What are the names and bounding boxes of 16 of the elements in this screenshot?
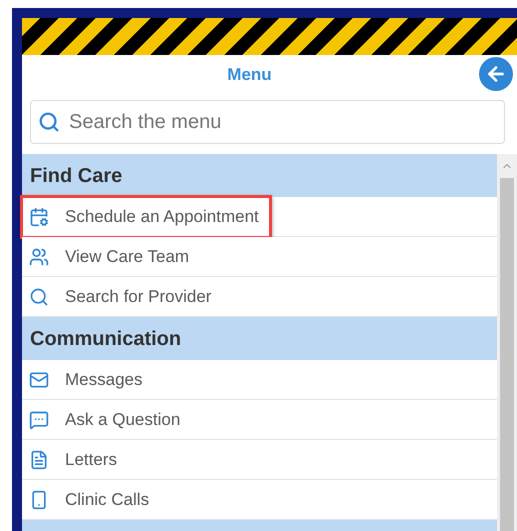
- search-icon: [29, 286, 49, 306]
- scrollbar-thumb[interactable]: [500, 178, 514, 531]
- search-field[interactable]: Search the menu: [30, 100, 505, 144]
- scrollbar[interactable]: [497, 154, 517, 531]
- search-icon: [38, 111, 60, 133]
- chat-bubble-icon: [29, 410, 49, 430]
- arrow-left-icon: [485, 63, 507, 85]
- envelope-icon: [29, 370, 49, 390]
- calendar-icon: [29, 206, 49, 226]
- document-icon: [29, 450, 49, 470]
- menu-item[interactable]: Schedule an Appointment: [20, 194, 272, 238]
- section-header: Communication: [22, 317, 497, 360]
- people-icon: [29, 246, 49, 266]
- back-button[interactable]: [479, 57, 513, 91]
- menu-title: Menu: [227, 64, 272, 86]
- section-header: Find Care: [22, 154, 497, 197]
